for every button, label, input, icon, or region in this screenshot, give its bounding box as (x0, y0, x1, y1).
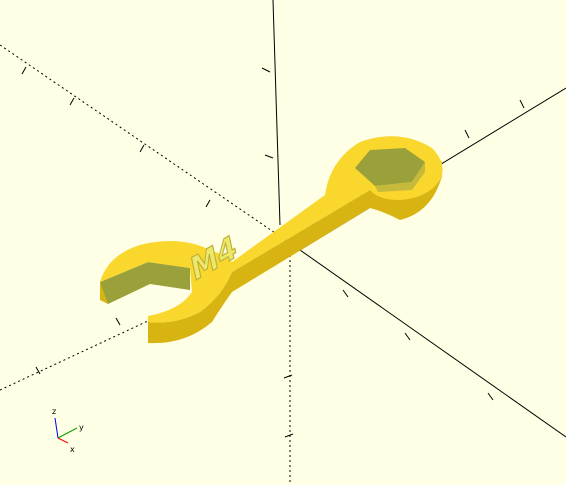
x-tick-negative (139, 144, 145, 153)
z-tick-negative (284, 433, 294, 438)
z-axis-positive (272, 0, 281, 226)
wrench-model[interactable]: M4 (100, 136, 443, 344)
x-tick (487, 392, 494, 401)
axes-gizmo: z y x (52, 407, 84, 454)
y-tick (464, 129, 470, 139)
scene-canvas[interactable]: M4 z y x (0, 0, 566, 485)
x-tick-negative (69, 97, 75, 106)
y-tick (519, 99, 525, 109)
gizmo-y-label: y (79, 423, 84, 432)
z-tick-negative (283, 374, 293, 379)
z-tick (264, 154, 274, 159)
3d-viewport[interactable]: M4 z y x (0, 0, 566, 485)
x-tick-negative (205, 199, 211, 208)
gizmo-x-line (57, 437, 69, 444)
x-axis-positive (299, 249, 566, 438)
gizmo-y-line (57, 427, 78, 439)
z-tick (261, 67, 271, 73)
y-tick-negative (115, 317, 121, 326)
x-tick-negative (21, 66, 27, 75)
x-tick (342, 289, 349, 298)
gizmo-z-label: z (52, 407, 56, 416)
gizmo-x-label: x (70, 445, 75, 454)
gizmo-z-line (54, 417, 59, 439)
x-axis-negative (0, 44, 301, 251)
x-tick (404, 332, 411, 341)
